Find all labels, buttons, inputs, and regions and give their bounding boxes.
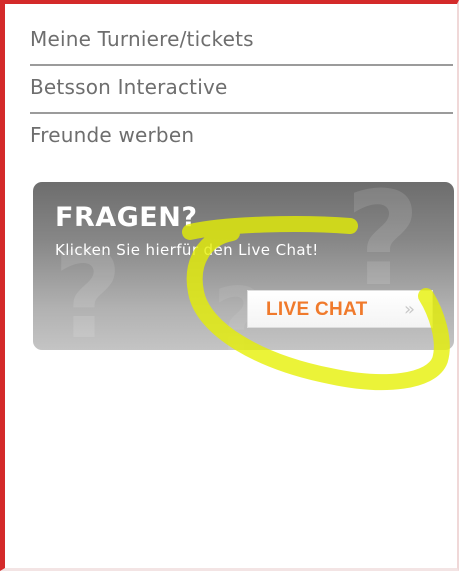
double-chevron-right-icon: » xyxy=(404,299,416,320)
live-chat-button-label: LIVE CHAT xyxy=(266,299,368,320)
promo-subtitle: Klicken Sie hierfür den Live Chat! xyxy=(55,241,319,259)
menu-item-refer-friends[interactable]: Freunde werben xyxy=(30,114,453,162)
menu-item-my-tournaments[interactable]: Meine Turniere/tickets xyxy=(30,18,453,66)
question-mark-icon: ? xyxy=(345,182,421,315)
sidebar-menu: Meine Turniere/tickets Betsson Interacti… xyxy=(30,18,453,162)
live-chat-button[interactable]: LIVE CHAT » xyxy=(247,290,433,328)
menu-item-label: Freunde werben xyxy=(30,123,195,147)
menu-item-label: Betsson Interactive xyxy=(30,75,228,99)
menu-item-betsson-interactive[interactable]: Betsson Interactive xyxy=(30,66,453,114)
sidebar-panel: Meine Turniere/tickets Betsson Interacti… xyxy=(0,0,459,571)
live-chat-promo-banner: ? ? ? FRAGEN? Klicken Sie hierfür den Li… xyxy=(33,182,454,350)
menu-item-label: Meine Turniere/tickets xyxy=(30,27,254,51)
promo-title: FRAGEN? xyxy=(55,202,198,233)
